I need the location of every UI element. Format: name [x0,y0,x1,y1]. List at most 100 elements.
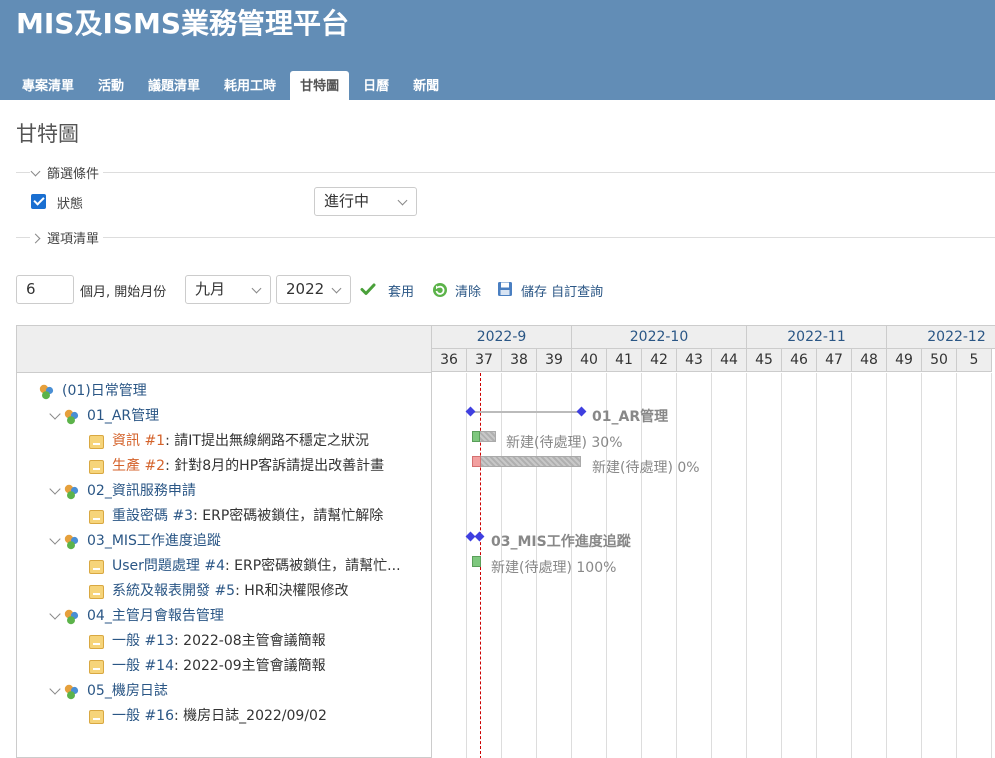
gantt-subjects-header [17,326,432,373]
project-link[interactable]: 01_AR管理 [87,404,159,429]
issue-bar-done[interactable] [472,431,480,442]
project-icon [63,608,80,625]
gantt-week-gridline [886,373,887,758]
gantt-month-header[interactable]: 2022-11 [747,326,887,349]
issue-tracker-link[interactable]: 一般 #16 [112,708,174,724]
gantt-week-header: 38 [502,349,537,372]
gantt-project-row: 05_機房日誌 [17,679,432,704]
issue-subject: 系統及報表開發 #5: HR和決權限修改 [112,579,349,604]
chevron-down-icon[interactable] [49,683,61,695]
project-icon [63,408,80,425]
issue-subject: 一般 #16: 機房日誌_2022/09/02 [112,704,327,729]
gantt-month-header[interactable]: 2022-12 [887,326,995,349]
project-link[interactable]: 02_資訊服務申請 [87,479,196,504]
milestone-end-marker[interactable] [576,406,587,417]
gantt-project-row: (01)日常管理 [17,379,432,404]
start-year-select[interactable]: 2022 [276,275,351,304]
issue-icon [89,435,104,449]
reload-icon[interactable] [432,282,448,298]
gantt-issue-row: User問題處理 #4: ERP密碼被鎖住，請幫忙... [17,554,432,579]
issue-subject: 生產 #2: 針對8月的HP客訴請提出改善計畫 [112,454,384,479]
tab-time-entries[interactable]: 耗用工時 [214,71,286,100]
chevron-down-icon[interactable] [49,408,61,420]
chevron-down-icon [331,283,342,294]
issue-tracker-link[interactable]: 系統及報表開發 #5 [112,583,235,599]
issue-tracker-link[interactable]: User問題處理 #4 [112,558,225,574]
issue-bar-label: 新建(待處理) 0% [592,460,700,476]
project-bar-label: 01_AR管理 [592,409,669,425]
gantt-week-gridline [851,373,852,758]
issue-subject: 一般 #14: 2022-09主管會議簡報 [112,654,326,679]
options-divider [16,237,995,238]
gantt-week-header: 46 [782,349,817,372]
start-month-value: 九月 [195,280,226,298]
gantt-issue-row: 重設密碼 #3: ERP密碼被鎖住，請幫忙解除 [17,504,432,529]
chevron-down-icon[interactable] [49,608,61,620]
app-title: MIS及ISMS業務管理平台 [16,7,350,40]
tab-activity[interactable]: 活動 [88,71,134,100]
chevron-down-icon[interactable] [49,483,61,495]
issue-bar-label: 新建(待處理) 30% [506,435,623,451]
filters-legend-label: 篩選條件 [47,167,100,182]
tab-projects[interactable]: 專案清單 [12,71,84,100]
issue-bar-done[interactable] [472,556,481,567]
gantt-timeline: 2022-9 2022-10 2022-11 2022-12 36 37 38 39 40 41 4… [431,325,995,758]
save-icon[interactable] [497,281,513,297]
save-query-link[interactable]: 儲存 自訂查詢 [521,281,603,300]
status-filter-checkbox[interactable] [31,194,46,209]
tab-news[interactable]: 新聞 [403,71,449,100]
gantt-week-header: 47 [817,349,852,372]
months-input[interactable]: 6 [16,275,74,304]
issue-title: : ERP密碼被鎖住，請幫忙... [225,558,401,574]
gantt-week-header: 37 [467,349,502,372]
issue-tracker-link[interactable]: 生產 #2 [112,458,165,474]
options-legend[interactable]: 選項清單 [30,228,104,247]
filters-legend[interactable]: 篩選條件 [30,163,104,182]
chevron-down-icon [251,283,262,294]
gantt-project-row: 03_MIS工作進度追蹤 [17,529,432,554]
check-icon[interactable] [360,281,376,297]
gantt-issue-row: 一般 #13: 2022-08主管會議簡報 [17,629,432,654]
issue-bar[interactable] [472,456,581,467]
gantt-week-gridline [711,373,712,758]
project-link[interactable]: 04_主管月會報告管理 [87,604,224,629]
milestone-end-marker[interactable] [474,531,485,542]
gantt-project-row: 02_資訊服務申請 [17,479,432,504]
project-icon [63,483,80,500]
tab-gantt[interactable]: 甘特圖 [290,71,350,100]
project-icon [63,533,80,550]
gantt-week-gridline [746,373,747,758]
issue-icon [89,635,104,649]
issue-tracker-link[interactable]: 重設密碼 #3 [112,508,193,524]
issue-title: : 請IT提出無線網路不穩定之狀況 [165,433,369,449]
gantt-issue-row: 生產 #2: 針對8月的HP客訴請提出改善計畫 [17,454,432,479]
issue-bar-late[interactable] [472,456,481,467]
milestone-start-marker[interactable] [465,406,476,417]
apply-link[interactable]: 套用 [388,281,414,300]
project-bar-label: 03_MIS工作進度追蹤 [491,534,631,550]
gantt-week-gridline [816,373,817,758]
gantt-week-header: 5 [957,349,992,372]
issue-subject: 資訊 #1: 請IT提出無線網路不穩定之狀況 [112,429,369,454]
chevron-down-icon[interactable] [49,533,61,545]
start-month-select[interactable]: 九月 [185,275,271,304]
clear-link[interactable]: 清除 [455,281,481,300]
issue-icon [89,560,104,574]
tab-calendar[interactable]: 日曆 [353,71,399,100]
status-operator-select[interactable]: 進行中 [314,187,417,216]
tab-issues[interactable]: 議題清單 [138,71,210,100]
issue-tracker-link[interactable]: 一般 #13 [112,633,174,649]
gantt-month-header[interactable]: 2022-9 [432,326,572,349]
issue-tracker-link[interactable]: 資訊 #1 [112,433,165,449]
issue-tracker-link[interactable]: 一般 #14 [112,658,174,674]
gantt-week-header: 44 [712,349,747,372]
project-bar[interactable] [470,411,581,413]
issue-icon [89,660,104,674]
project-link[interactable]: 03_MIS工作進度追蹤 [87,529,221,554]
gantt-month-header[interactable]: 2022-10 [572,326,747,349]
project-link[interactable]: (01)日常管理 [62,379,147,404]
gantt-week-gridline [781,373,782,758]
issue-title: : 針對8月的HP客訴請提出改善計畫 [165,458,385,474]
project-link[interactable]: 05_機房日誌 [87,679,168,704]
issue-title: : 2022-08主管會議簡報 [174,633,326,649]
